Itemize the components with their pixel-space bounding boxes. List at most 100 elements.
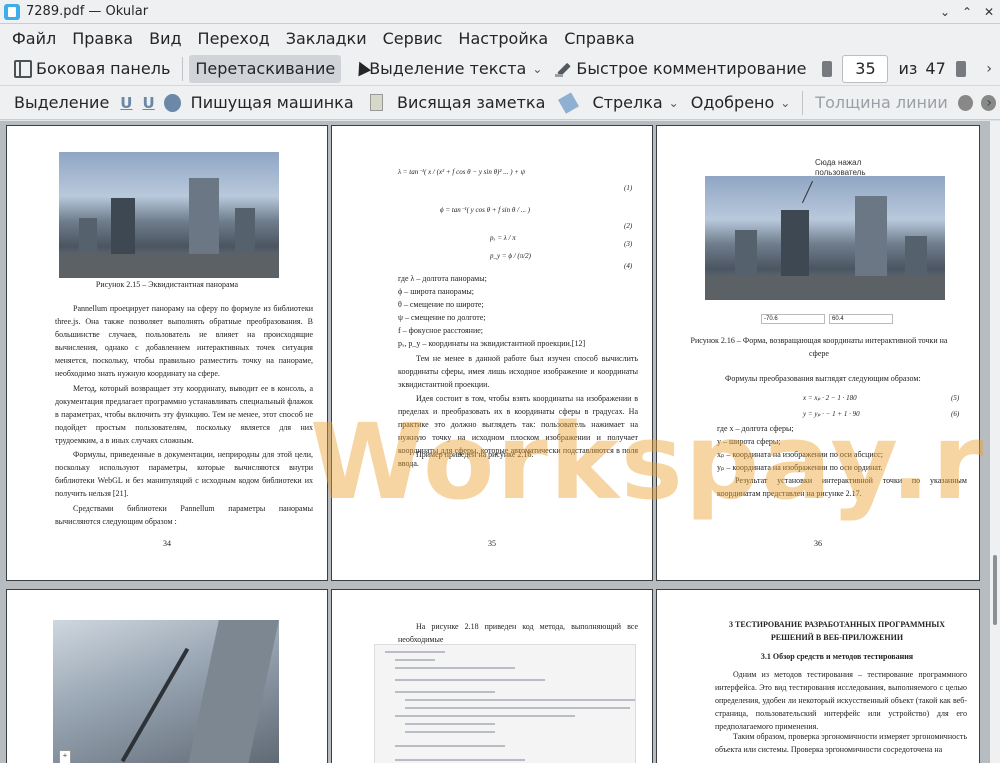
menu-tools[interactable]: Сервис xyxy=(375,29,451,48)
definition: f – фокусное расстояние; xyxy=(398,326,484,335)
code-line xyxy=(405,707,630,709)
page-number-input[interactable]: 35 xyxy=(842,54,889,83)
minimize-icon[interactable]: ⌄ xyxy=(934,5,956,19)
next-page-icon[interactable] xyxy=(955,60,966,77)
formula-1-number: (1) xyxy=(624,184,633,192)
panorama-image xyxy=(705,176,945,300)
text-selection-label: Выделение текста xyxy=(369,59,527,78)
sidebar-label: Боковая панель xyxy=(36,59,171,78)
maximize-icon[interactable]: ⌃ xyxy=(956,5,978,19)
text-cursor-icon xyxy=(353,60,365,78)
paragraph: Пример приведен на рисунке 2.16. xyxy=(416,450,534,459)
chevron-down-icon[interactable]: ⌄ xyxy=(669,96,679,110)
paragraph: Pannellum проецирует панораму на сферу п… xyxy=(55,304,313,378)
page-39: 3 ТЕСТИРОВАНИЕ РАЗРАБОТАННЫХ ПРОГРАММНЫХ… xyxy=(656,589,980,763)
formula-1: λ = tan⁻¹( x / (x² + f cos θ − y sin θ)²… xyxy=(398,168,526,176)
paragraph: Формулы, приведенные в документации, неп… xyxy=(55,450,313,498)
definition: где x – долгота сферы; xyxy=(717,424,794,433)
paragraph: Результат установки интерактивной точки … xyxy=(717,476,967,498)
menu-bookmarks[interactable]: Закладки xyxy=(278,29,375,48)
formula-6: y = yₚ · − 1 + 1 · 90 xyxy=(803,410,860,418)
sticky-note-label: Висящая заметка xyxy=(396,93,546,112)
more-actions-icon[interactable]: › xyxy=(986,95,992,111)
ellipse-icon[interactable] xyxy=(163,93,181,112)
sidebar-button[interactable]: Боковая панель xyxy=(8,55,176,83)
formula-2-number: (2) xyxy=(624,222,633,230)
close-icon[interactable]: ✕ xyxy=(978,5,1000,19)
formula-3: pₓ = λ / π xyxy=(490,234,516,242)
typewriter-label: Пишущая машинка xyxy=(190,93,354,112)
annotation-select-button[interactable]: Выделение xyxy=(8,89,115,117)
code-line xyxy=(405,699,635,701)
menu-help[interactable]: Справка xyxy=(556,29,643,48)
sidebar-icon xyxy=(14,59,32,78)
menu-go[interactable]: Переход xyxy=(190,29,278,48)
underline-icon[interactable]: U xyxy=(120,94,132,112)
color-picker-icon[interactable] xyxy=(957,94,973,111)
total-pages: 47 xyxy=(925,59,946,78)
quick-comment-label: Быстрое комментирование xyxy=(576,59,807,78)
code-line xyxy=(395,667,515,669)
building-shape xyxy=(187,620,279,763)
menu-settings[interactable]: Настройка xyxy=(450,29,556,48)
code-line xyxy=(405,723,495,725)
drag-mode-button[interactable]: Перетаскивание xyxy=(189,54,342,83)
stamp-button[interactable]: Одобрено ⌄ xyxy=(685,89,797,117)
section-heading: 3.1 Обзор средств и методов тестирования xyxy=(760,652,914,661)
street-view-image xyxy=(53,620,279,763)
text-selection-button[interactable]: Выделение текста ⌄ xyxy=(347,55,548,83)
menu-file[interactable]: Файл xyxy=(4,29,64,48)
line-width-button[interactable]: Толщина линии xyxy=(809,89,954,117)
menu-edit[interactable]: Правка xyxy=(64,29,141,48)
page-number: 34 xyxy=(163,539,171,548)
paragraph: Метод, который возвращает эту координату… xyxy=(55,384,313,445)
vertical-scrollbar[interactable] xyxy=(990,121,1000,763)
chevron-down-icon[interactable]: ⌄ xyxy=(780,96,790,110)
paragraph: На рисунке 2.18 приведен код метода, вып… xyxy=(398,622,638,644)
street-shape xyxy=(705,276,945,300)
menu-bar: Файл Правка Вид Переход Закладки Сервис … xyxy=(0,24,1000,52)
page-36: Сюда нажал пользователь -70.6 60.4 Рисун… xyxy=(656,125,980,581)
latitude-field: 60.4 xyxy=(829,314,893,324)
definitions-list: где x – долгота сферы; y – широта сферы;… xyxy=(717,422,967,474)
lamp-post-shape xyxy=(120,647,190,763)
page-38: На рисунке 2.18 приведен код метода, вып… xyxy=(331,589,653,763)
definition: ψ – смещение по долготе; xyxy=(398,313,486,322)
formula-4: p_y = ϕ / (π/2) xyxy=(490,252,532,260)
document-view[interactable]: Рисунок 2.15 – Эквидистантная панорама P… xyxy=(0,121,990,763)
quick-comment-button[interactable]: Быстрое комментирование xyxy=(548,55,812,83)
annotation-toolbar: Выделение U U Пишущая машинка Висящая за… xyxy=(0,86,1000,120)
of-label: из xyxy=(898,59,918,78)
figure-caption: Рисунок 2.16 – Форма, возвращающая коорд… xyxy=(690,336,948,358)
sticky-note-button[interactable]: Висящая заметка xyxy=(391,89,551,117)
paragraph: Тем не менее в данной работе был изучен … xyxy=(398,354,638,389)
code-line xyxy=(395,715,575,717)
title-bar: 7289.pdf — Okular ⌄ ⌃ ✕ xyxy=(0,0,1000,24)
paragraph: Таким образом, проверка эргономичности и… xyxy=(715,732,967,754)
menu-view[interactable]: Вид xyxy=(141,29,189,48)
drag-mode-label: Перетаскивание xyxy=(195,59,336,78)
code-line xyxy=(395,691,495,693)
definition: где λ – долгота панорамы; xyxy=(398,274,487,283)
code-line xyxy=(405,731,495,733)
chevron-down-icon[interactable]: ⌄ xyxy=(532,62,542,76)
squiggle-icon[interactable]: U xyxy=(142,94,154,112)
zoom-in-icon: + xyxy=(62,751,68,760)
previous-page-icon[interactable] xyxy=(822,60,833,77)
page-number: 35 xyxy=(488,539,496,548)
definition: yₚ – координата на изображении по оси ор… xyxy=(717,463,883,472)
arrow-button[interactable]: Стрелка ⌄ xyxy=(586,89,684,117)
separator xyxy=(182,56,184,81)
more-actions-icon[interactable]: › xyxy=(986,61,992,77)
scrollbar-thumb[interactable] xyxy=(993,555,997,625)
page-34: Рисунок 2.15 – Эквидистантная панорама P… xyxy=(6,125,328,581)
separator xyxy=(802,90,804,115)
main-toolbar: Боковая панель Перетаскивание Выделение … xyxy=(0,52,1000,86)
definition: y – широта сферы; xyxy=(717,437,781,446)
page-number: 36 xyxy=(814,539,822,548)
arrow-label: Стрелка xyxy=(592,93,663,112)
street-shape xyxy=(59,254,279,278)
definition: pₓ, p_y – координаты на эквидистантной п… xyxy=(398,339,586,348)
typewriter-button[interactable]: Пишущая машинка xyxy=(185,89,360,117)
sticky-note-icon xyxy=(369,94,383,111)
